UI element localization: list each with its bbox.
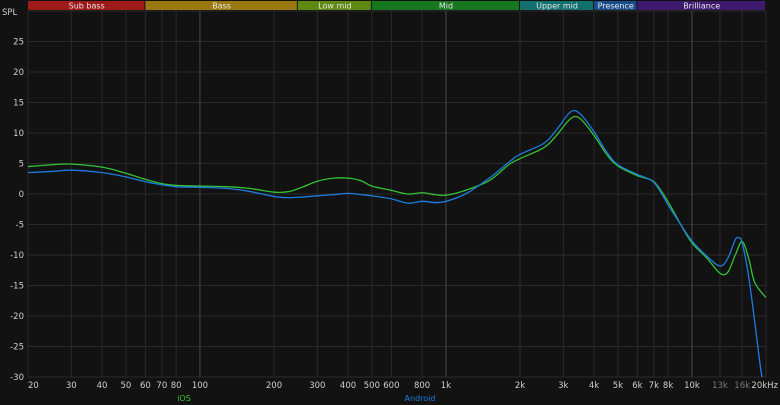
x-tick-7k: 7k (649, 381, 659, 391)
x-tick-30: 30 (66, 381, 77, 391)
y-tick--25: -25 (10, 343, 24, 353)
band-label-4: Upper mid (536, 2, 578, 11)
x-tick-70: 70 (156, 381, 167, 391)
band-label-6: Brilliance (683, 2, 720, 11)
band-label-0: Sub bass (69, 2, 105, 11)
x-tick-40: 40 (97, 381, 108, 391)
chart-background (0, 0, 780, 405)
x-tick-400: 400 (340, 381, 356, 391)
x-tick-20kHz: 20kHz (751, 381, 778, 391)
x-tick-100: 100 (192, 381, 208, 391)
x-tick-3k: 3k (558, 381, 568, 391)
band-label-5: Presence (598, 2, 634, 11)
x-tick-20: 20 (28, 381, 39, 391)
x-tick-500: 500 (364, 381, 380, 391)
y-tick--15: -15 (10, 282, 24, 292)
x-tick-10k: 10k (684, 381, 700, 391)
x-tick-16k: 16k (734, 381, 750, 391)
x-tick-8k: 8k (663, 381, 673, 391)
x-tick-600: 600 (383, 381, 399, 391)
frequency-bands: Sub bass Bass Low mid Mid Upper mid Presence B… (28, 1, 765, 11)
frequency-response-chart: Sub bass Bass Low mid Mid Upper mid Presence B… (0, 0, 780, 405)
x-tick-4k: 4k (589, 381, 599, 391)
legend-entry-android: Android (405, 394, 436, 403)
y-axis-label: SPL (2, 8, 18, 18)
y-tick-25: 25 (13, 38, 24, 48)
x-tick-300: 300 (309, 381, 325, 391)
y-tick-10: 10 (13, 129, 24, 139)
x-tick-80: 80 (171, 381, 182, 391)
band-label-2: Low mid (318, 2, 351, 11)
x-tick-200: 200 (266, 381, 282, 391)
x-tick-6k: 6k (632, 381, 642, 391)
y-tick--5: -5 (16, 221, 24, 231)
y-tick-5: 5 (19, 160, 24, 170)
x-tick-13k: 13k (712, 381, 728, 391)
y-tick--30: -30 (10, 373, 24, 383)
y-tick-20: 20 (13, 68, 24, 78)
x-tick-2k: 2k (515, 381, 525, 391)
y-tick-0: 0 (19, 190, 24, 200)
x-tick-5k: 5k (613, 381, 623, 391)
band-label-3: Mid (439, 2, 453, 11)
x-tick-800: 800 (414, 381, 430, 391)
band-label-1: Bass (212, 2, 231, 11)
x-tick-50: 50 (120, 381, 131, 391)
x-tick-1k: 1k (441, 381, 451, 391)
y-tick--10: -10 (10, 251, 24, 261)
legend-entry-ios: iOS (177, 394, 191, 403)
y-tick--20: -20 (10, 312, 24, 322)
x-tick-60: 60 (140, 381, 151, 391)
y-tick-15: 15 (13, 99, 24, 109)
